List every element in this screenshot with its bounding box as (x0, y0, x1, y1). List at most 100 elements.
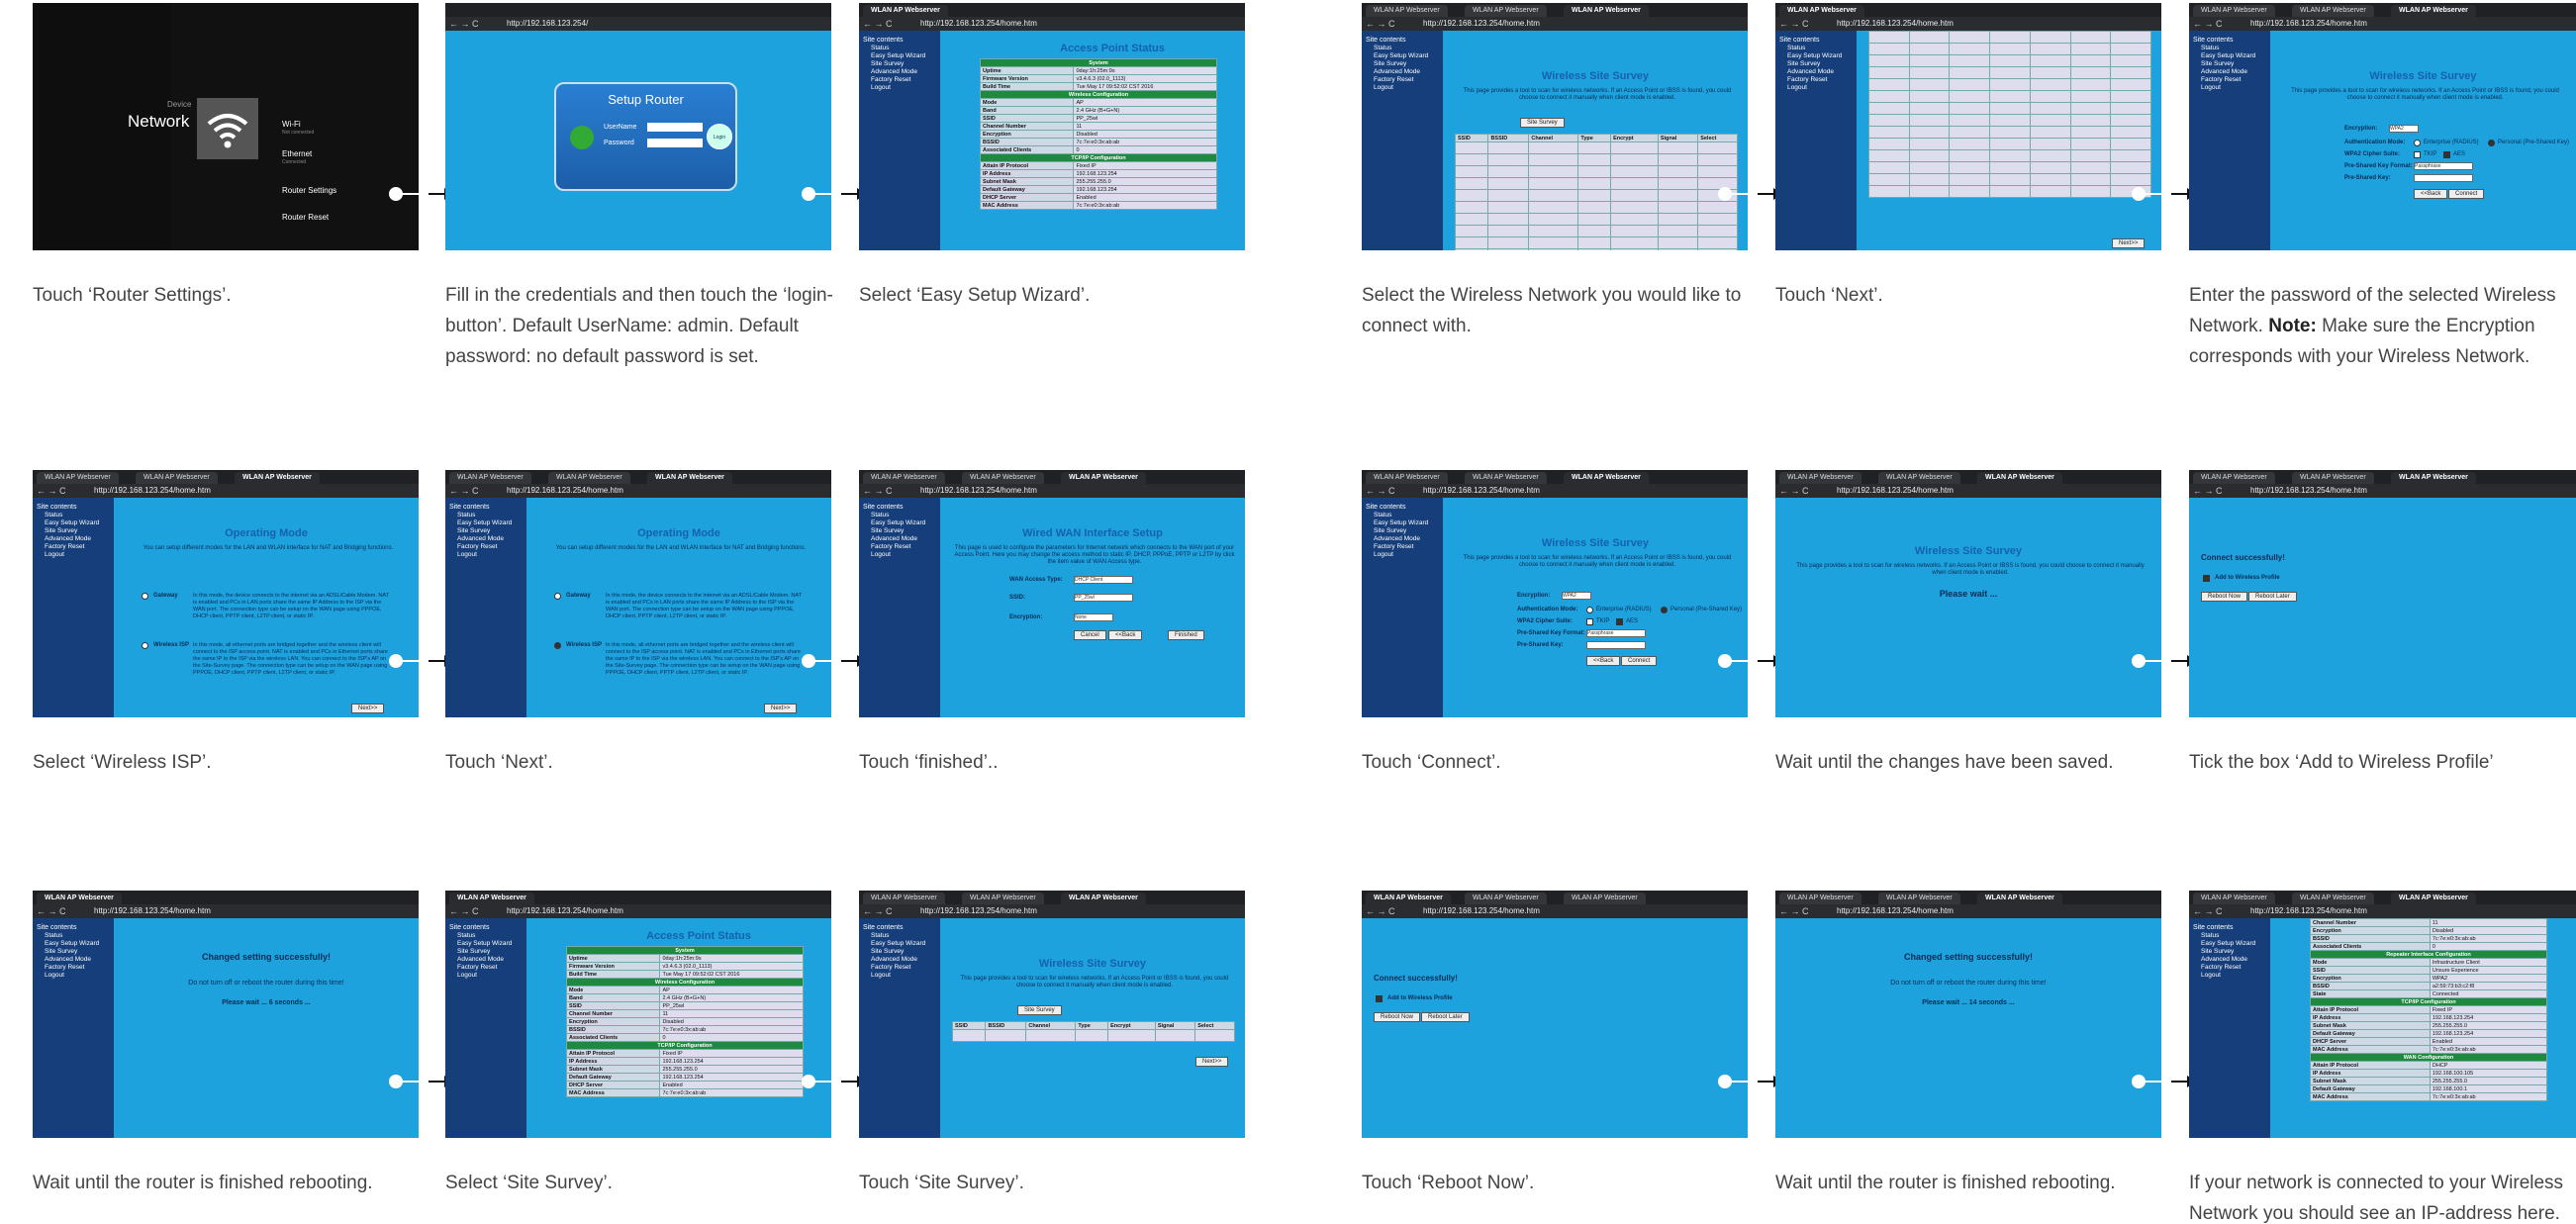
sidebar-item-factory-reset[interactable]: Factory Reset (871, 76, 936, 84)
site-survey-button[interactable]: Site Survey (1520, 118, 1565, 128)
aes-checkbox[interactable] (1616, 618, 1623, 625)
sidebar-item-logout[interactable]: Logout (871, 972, 936, 980)
sidebar-item-status[interactable]: Status (45, 512, 110, 519)
login-button[interactable]: Login (707, 124, 732, 149)
sidebar-item-factory-reset[interactable]: Factory Reset (2201, 76, 2266, 84)
sidebar-item-logout[interactable]: Logout (1374, 84, 1439, 92)
sidebar-item-easy-setup-wizard[interactable]: Easy Setup Wizard (871, 519, 936, 527)
menu-router-settings[interactable]: Router Settings (282, 186, 336, 195)
next-button[interactable]: Next>> (2112, 238, 2146, 248)
password-input[interactable] (647, 139, 703, 147)
sidebar-item-site-survey[interactable]: Site Survey (45, 948, 110, 956)
sidebar-item-advanced-mode[interactable]: Advanced Mode (2201, 956, 2266, 964)
select-radio[interactable] (1697, 165, 1738, 178)
sidebar-item-factory-reset[interactable]: Factory Reset (457, 543, 523, 551)
sidebar-item-status[interactable]: Status (1374, 45, 1439, 52)
sidebar-item-logout[interactable]: Logout (1787, 84, 1853, 92)
select-radio[interactable] (2110, 66, 2151, 79)
select-radio[interactable] (2110, 138, 2151, 150)
select-radio[interactable] (2110, 173, 2151, 186)
sidebar-item-advanced-mode[interactable]: Advanced Mode (457, 956, 523, 964)
cancel-button[interactable]: Cancel (1074, 630, 1106, 640)
sidebar-item-factory-reset[interactable]: Factory Reset (45, 543, 110, 551)
add-profile-checkbox[interactable] (2203, 575, 2210, 582)
sidebar-item-factory-reset[interactable]: Factory Reset (1374, 76, 1439, 84)
sidebar-item-site-survey[interactable]: Site Survey (871, 948, 936, 956)
sidebar-item-site-survey[interactable]: Site Survey (457, 527, 523, 535)
sidebar-item-status[interactable]: Status (2201, 45, 2266, 52)
sidebar-item-advanced-mode[interactable]: Advanced Mode (871, 956, 936, 964)
select-radio[interactable] (1697, 225, 1738, 237)
sidebar-item-logout[interactable]: Logout (457, 972, 523, 980)
menu-ethernet[interactable]: Ethernet (282, 149, 312, 158)
sidebar-item-logout[interactable]: Logout (871, 551, 936, 559)
sidebar-item-advanced-mode[interactable]: Advanced Mode (871, 68, 936, 76)
site-survey-button[interactable]: Site Survey (1017, 1005, 1062, 1015)
sidebar-item-easy-setup-wizard[interactable]: Easy Setup Wizard (1374, 52, 1439, 60)
select-radio[interactable] (1697, 201, 1738, 214)
sidebar-item-status[interactable]: Status (871, 45, 936, 52)
next-button[interactable]: Next>> (351, 704, 385, 713)
sidebar-item-logout[interactable]: Logout (2201, 972, 2266, 980)
sidebar-item-status[interactable]: Status (457, 512, 523, 519)
auth-enterprise-radio[interactable] (2414, 140, 2421, 146)
gateway-radio[interactable] (554, 593, 561, 600)
sidebar-item-status[interactable]: Status (45, 932, 110, 940)
select-radio[interactable] (2110, 90, 2151, 103)
connect-button[interactable]: Connect (1621, 656, 1658, 666)
sidebar-item-site-survey[interactable]: Site Survey (1787, 60, 1853, 68)
sidebar-item-factory-reset[interactable]: Factory Reset (2201, 964, 2266, 972)
sidebar-item-advanced-mode[interactable]: Advanced Mode (2201, 68, 2266, 76)
ssid-input[interactable]: PP_25wl (1074, 594, 1133, 602)
sidebar-item-easy-setup-wizard[interactable]: Easy Setup Wizard (2201, 52, 2266, 60)
back-button[interactable]: <<Back (2414, 189, 2448, 199)
sidebar-item-easy-setup-wizard[interactable]: Easy Setup Wizard (457, 519, 523, 527)
sidebar-item-advanced-mode[interactable]: Advanced Mode (45, 535, 110, 543)
reboot-later-button[interactable]: Reboot Later (2248, 592, 2297, 602)
sidebar-item-factory-reset[interactable]: Factory Reset (1374, 543, 1439, 551)
connect-button[interactable]: Connect (2448, 189, 2485, 199)
sidebar-item-site-survey[interactable]: Site Survey (871, 60, 936, 68)
select-radio[interactable] (2110, 149, 2151, 162)
select-radio[interactable] (2110, 102, 2151, 115)
wireless-isp-radio[interactable] (554, 642, 561, 649)
sidebar-item-advanced-mode[interactable]: Advanced Mode (871, 535, 936, 543)
select-radio[interactable] (2110, 31, 2151, 44)
select-radio[interactable] (1697, 153, 1738, 166)
auth-enterprise-radio[interactable] (1586, 607, 1593, 613)
encryption-select[interactable]: None (1074, 613, 1113, 621)
back-button[interactable]: <<Back (1108, 630, 1143, 640)
tkip-checkbox[interactable] (2414, 151, 2421, 158)
sidebar-item-advanced-mode[interactable]: Advanced Mode (1374, 535, 1439, 543)
select-radio[interactable] (2110, 161, 2151, 174)
sidebar-item-site-survey[interactable]: Site Survey (45, 527, 110, 535)
sidebar-item-status[interactable]: Status (457, 932, 523, 940)
back-button[interactable]: <<Back (1586, 656, 1621, 666)
sidebar-item-status[interactable]: Status (1374, 512, 1439, 519)
aes-checkbox[interactable] (2443, 151, 2450, 158)
select-radio[interactable] (2110, 126, 2151, 139)
sidebar-item-easy-setup-wizard[interactable]: Easy Setup Wizard (45, 940, 110, 948)
auth-personal-radio[interactable] (1661, 607, 1668, 613)
sidebar-item-status[interactable]: Status (871, 512, 936, 519)
auth-personal-radio[interactable] (2488, 140, 2495, 146)
select-radio[interactable] (2110, 54, 2151, 67)
sidebar-item-site-survey[interactable]: Site Survey (1374, 527, 1439, 535)
sidebar-item-easy-setup-wizard[interactable]: Easy Setup Wizard (1787, 52, 1853, 60)
wan-type-select[interactable]: DHCP Client (1074, 576, 1133, 584)
select-radio[interactable] (2110, 78, 2151, 91)
tkip-checkbox[interactable] (1586, 618, 1593, 625)
sidebar-item-site-survey[interactable]: Site Survey (2201, 60, 2266, 68)
sidebar-item-factory-reset[interactable]: Factory Reset (871, 964, 936, 972)
psk-input[interactable] (1586, 641, 1646, 649)
select-radio[interactable] (1697, 248, 1738, 250)
sidebar-item-logout[interactable]: Logout (2201, 84, 2266, 92)
gateway-radio[interactable] (142, 593, 148, 600)
menu-router-reset[interactable]: Router Reset (282, 213, 329, 222)
sidebar-item-factory-reset[interactable]: Factory Reset (457, 964, 523, 972)
sidebar-item-advanced-mode[interactable]: Advanced Mode (1787, 68, 1853, 76)
select-radio[interactable] (1194, 1029, 1235, 1042)
encryption-select[interactable]: WPA2 (1562, 592, 1591, 600)
sidebar-item-site-survey[interactable]: Site Survey (457, 948, 523, 956)
add-profile-checkbox[interactable] (1376, 995, 1383, 1002)
